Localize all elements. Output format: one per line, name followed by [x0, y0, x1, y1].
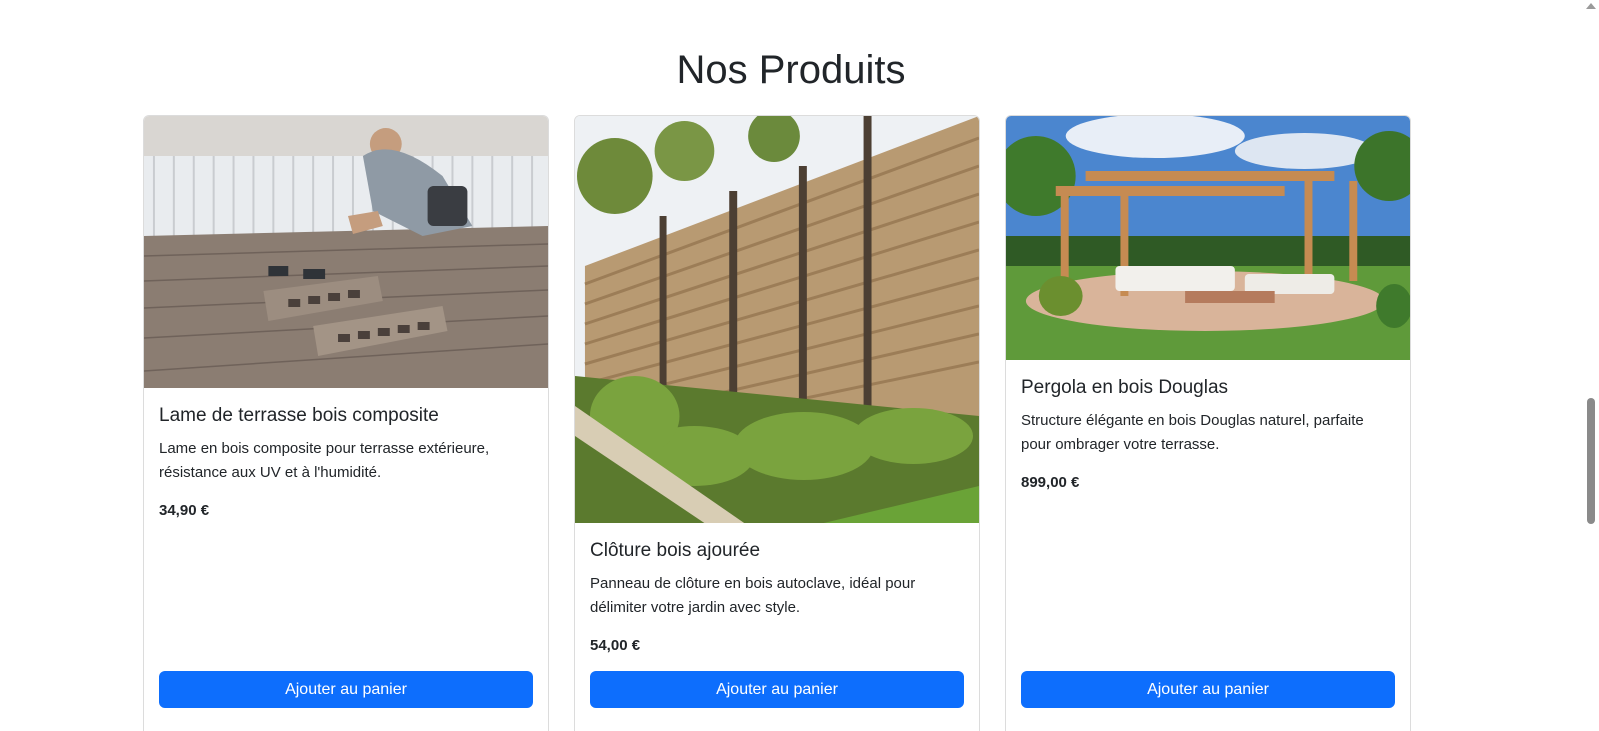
product-title: Clôture bois ajourée	[590, 540, 761, 561]
product-card: Lame de terrasse bois composite Lame en …	[143, 115, 549, 731]
add-to-cart-button[interactable]: Ajouter au panier	[159, 671, 533, 708]
product-price: 54,00 €	[590, 637, 641, 654]
product-card-body: Clôture bois ajourée Panneau de clôture …	[590, 538, 964, 656]
scroll-up-arrow-icon[interactable]	[1586, 3, 1596, 9]
product-card-body: Pergola en bois Douglas Structure élégan…	[1021, 375, 1395, 493]
product-image-decking	[144, 116, 548, 388]
product-price: 34,90 €	[159, 502, 210, 519]
product-card: Pergola en bois Douglas Structure élégan…	[1005, 115, 1411, 731]
product-image-pergola	[1006, 116, 1410, 360]
product-title: Pergola en bois Douglas	[1021, 377, 1229, 398]
product-title: Lame de terrasse bois composite	[159, 405, 439, 426]
product-description: Panneau de clôture en bois autoclave, id…	[590, 575, 916, 616]
vertical-scrollbar[interactable]	[1582, 0, 1599, 731]
add-to-cart-button[interactable]: Ajouter au panier	[590, 671, 964, 708]
add-to-cart-button[interactable]: Ajouter au panier	[1021, 671, 1395, 708]
section-title: Nos Produits	[676, 48, 906, 92]
product-price: 899,00 €	[1021, 474, 1080, 491]
scrollbar-thumb[interactable]	[1587, 398, 1595, 524]
product-card-body: Lame de terrasse bois composite Lame en …	[159, 403, 533, 521]
page: Nos Produits Lame de terrasse bois compo…	[0, 0, 1599, 731]
product-image-fence	[575, 116, 979, 523]
product-description: Lame en bois composite pour terrasse ext…	[159, 440, 490, 481]
product-description: Structure élégante en bois Douglas natur…	[1021, 412, 1364, 453]
product-card: Clôture bois ajourée Panneau de clôture …	[574, 115, 980, 731]
